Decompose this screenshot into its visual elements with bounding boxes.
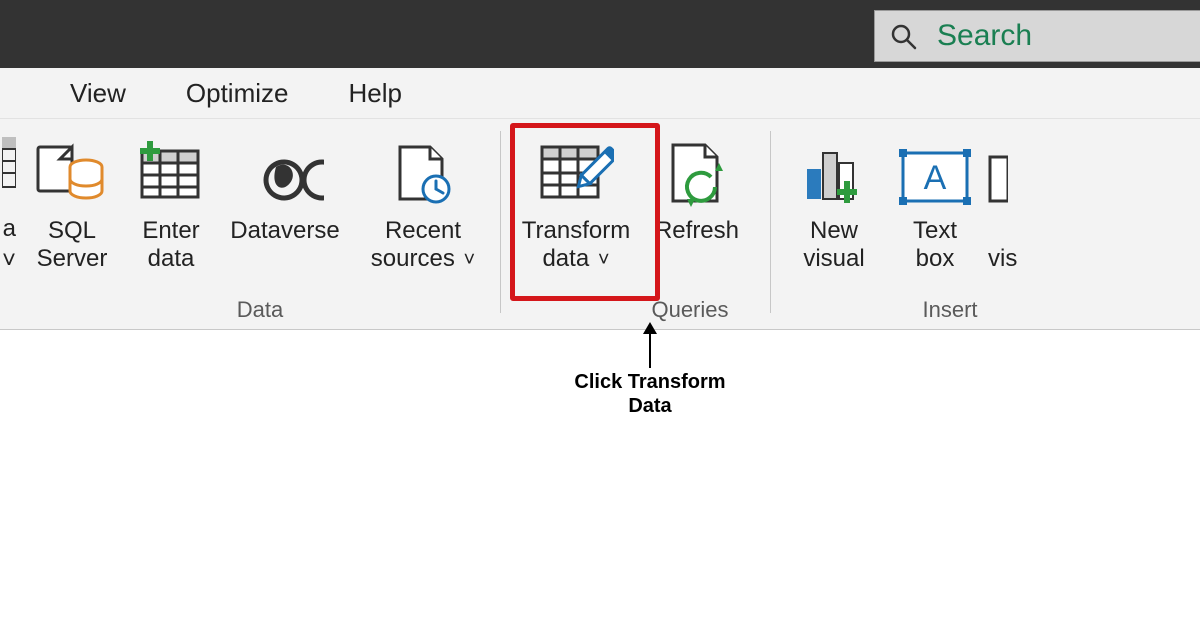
transform-data-button[interactable]: Transform data ˅: [512, 135, 640, 272]
annotation-line-1: Click Transform: [550, 370, 750, 394]
new-visual-button[interactable]: New visual: [784, 135, 884, 272]
refresh-label: Refresh: [644, 217, 750, 245]
annotation-line-2: Data: [550, 394, 750, 418]
truncated-left-label: a: [0, 215, 16, 243]
group-label-queries: Queries: [560, 297, 820, 323]
title-bar: Search: [0, 0, 1200, 68]
tab-help[interactable]: Help: [348, 78, 401, 109]
ribbon: a ˅ SQL Server: [0, 119, 1200, 330]
sql-server-label-1: SQL: [22, 217, 122, 245]
new-visual-label-2: visual: [784, 245, 884, 273]
transform-data-label-2: data: [542, 245, 589, 272]
chevron-down-icon: ˅: [464, 249, 476, 272]
sql-server-button[interactable]: SQL Server: [22, 135, 122, 272]
dataverse-button[interactable]: Dataverse: [220, 135, 350, 272]
truncated-left-chevron: ˅: [0, 247, 16, 275]
svg-text:A: A: [924, 159, 947, 197]
truncated-right-icon: [988, 135, 1048, 207]
transform-data-icon: [512, 135, 640, 207]
chevron-down-icon: ˅: [598, 249, 610, 272]
refresh-button[interactable]: Refresh: [644, 135, 750, 272]
tab-view[interactable]: View: [70, 78, 126, 109]
ribbon-tabs: View Optimize Help: [0, 68, 1200, 119]
enter-data-label-1: Enter: [126, 217, 216, 245]
recent-sources-button[interactable]: Recent sources ˅: [358, 135, 488, 272]
text-box-label-2: box: [890, 245, 980, 273]
refresh-icon: [644, 135, 750, 207]
new-visual-icon: [784, 135, 884, 207]
truncated-left-button[interactable]: a ˅: [0, 155, 16, 274]
arrow-up-icon: [649, 332, 651, 368]
new-visual-label-1: New: [784, 217, 884, 245]
truncated-right-button[interactable]: vis: [988, 135, 1048, 272]
recent-sources-icon: [358, 135, 488, 207]
text-box-icon: A: [890, 135, 980, 207]
enter-data-button[interactable]: Enter data: [126, 135, 216, 272]
annotation-callout: Click Transform Data: [550, 332, 750, 418]
text-box-button[interactable]: A Text box: [890, 135, 980, 272]
group-label-insert: Insert: [800, 297, 1100, 323]
group-label-data: Data: [30, 297, 490, 323]
sql-server-icon: [22, 135, 122, 207]
enter-data-icon: [126, 135, 216, 207]
truncated-right-label: vis: [988, 245, 1048, 273]
dataverse-label: Dataverse: [220, 217, 350, 245]
search-label: Search: [937, 19, 1032, 53]
text-box-label-1: Text: [890, 217, 980, 245]
search-icon: [889, 22, 917, 50]
sql-server-label-2: Server: [22, 245, 122, 273]
recent-sources-label-2: sources: [371, 245, 455, 272]
transform-data-label-1: Transform: [512, 217, 640, 245]
separator: [770, 131, 771, 313]
separator: [500, 131, 501, 313]
dataverse-icon: [220, 135, 350, 207]
search-box[interactable]: Search: [874, 10, 1200, 62]
enter-data-label-2: data: [126, 245, 216, 273]
tab-optimize[interactable]: Optimize: [186, 78, 289, 109]
recent-sources-label-1: Recent: [358, 217, 488, 245]
